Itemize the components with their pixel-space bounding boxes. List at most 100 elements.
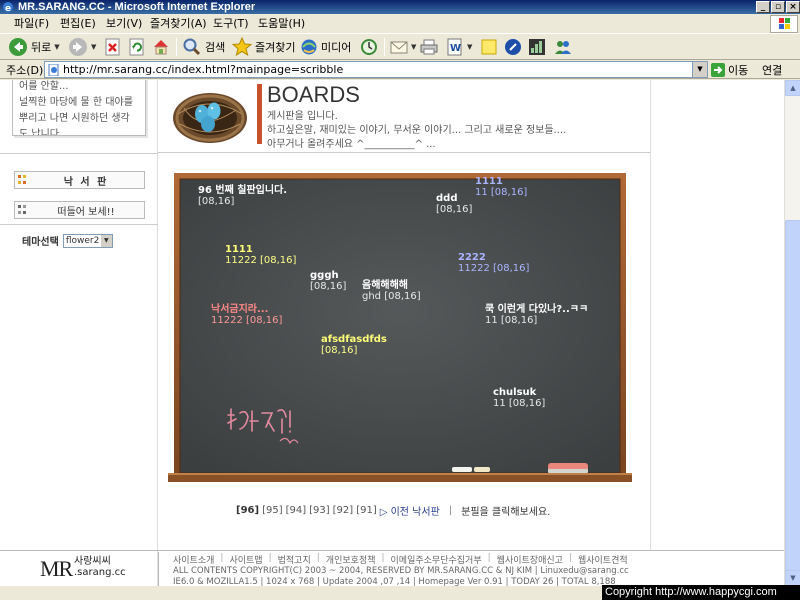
page-link[interactable]: [94] (286, 505, 307, 516)
menu-help[interactable]: 도움말(H) (258, 14, 305, 34)
menu-view[interactable]: 보기(V) (106, 14, 142, 34)
scribble-title: 96 번째 칠판입니다. (198, 185, 288, 196)
menu-dots-icon (18, 175, 28, 185)
footer-logo-sub: 사랑씨씨 .sarang.cc (74, 556, 126, 578)
footer-link[interactable]: 개인보호정책 (326, 553, 376, 566)
window-titlebar[interactable]: e MR.SARANG.CC - Microsoft Internet Expl… (0, 0, 800, 14)
description-line: 하고싶은말, 재미있는 이야기, 무서운 이야기... 그리고 새로운 정보들.… (267, 125, 567, 136)
footer-link[interactable]: 웹사이트장애신고 (497, 553, 563, 566)
minimize-button[interactable]: _ (756, 1, 770, 13)
scribble-sub: 11 [08,16] (475, 187, 528, 198)
divider (0, 224, 158, 225)
stop-button[interactable] (104, 36, 122, 58)
menu-edit[interactable]: 편집(E) (60, 14, 96, 34)
address-input[interactable]: http://mr.sarang.cc/index.html?mainpage=… (44, 61, 708, 78)
scroll-down-icon[interactable]: ▼ (785, 570, 800, 586)
restore-button[interactable]: ▫ (771, 1, 785, 13)
footer-link[interactable]: 웹사이트견적 (578, 553, 628, 566)
footer-link[interactable]: 사이트맵 (229, 553, 262, 566)
scribble-item[interactable]: gggh [08,16] (310, 270, 346, 292)
chalkboard[interactable]: 96 번째 칠판입니다. [08,16] 1111 11 [08,16] ddd… (168, 173, 632, 493)
scribble-title: 쿡 이런게 다있나?..ㅋㅋ (485, 304, 589, 315)
menu-file[interactable]: 파일(F) (14, 14, 49, 34)
print-button[interactable] (420, 36, 438, 58)
edit-dropdown-icon[interactable]: ▼ (467, 43, 472, 51)
scribble-item[interactable]: 낙서금지라... 11222 [08,16] (211, 304, 282, 326)
back-dropdown-icon[interactable]: ▼ (54, 43, 59, 51)
scribble-item[interactable]: chulsuk 11 [08,16] (493, 387, 545, 409)
footer-vertical-divider (158, 552, 159, 586)
word-edit-icon: W (447, 38, 462, 56)
back-label: 뒤로 (31, 41, 52, 54)
scribble-item[interactable]: 2222 11222 [08,16] (458, 252, 529, 274)
mail-dropdown-icon[interactable]: ▼ (411, 43, 416, 51)
chart-icon (529, 39, 545, 55)
favorites-button[interactable]: 즐겨찾기 (232, 36, 295, 58)
bird-nest-icon (173, 93, 247, 143)
window-title: MR.SARANG.CC - Microsoft Internet Explor… (18, 1, 256, 13)
scribble-item[interactable]: 96 번째 칠판입니다. [08,16] (198, 185, 287, 207)
windows-logo-icon (770, 15, 798, 33)
theme-select[interactable]: flower2 ▼ (62, 233, 113, 248)
intro-note-line: 널찍한 마당에 물 한 대야를 (19, 97, 133, 108)
go-button[interactable]: 이동 (711, 61, 748, 78)
intro-note-line: 도 납니다 (19, 129, 59, 136)
page-link[interactable]: [95] (262, 505, 283, 516)
svg-text:e: e (5, 4, 11, 13)
forward-dropdown-icon[interactable]: ▼ (91, 43, 96, 51)
stats-button[interactable] (528, 36, 546, 58)
scribble-item[interactable]: afsdfasdfds [08,16] (321, 334, 387, 356)
forward-arrow-icon (69, 38, 87, 56)
go-arrow-icon (711, 62, 725, 77)
pager-divider: | (448, 505, 453, 516)
scribble-sub: [08,16] (436, 204, 473, 215)
scribble-title: 낙서금지라... (211, 304, 269, 315)
footer-link[interactable]: 이메일주소무단수집거부 (391, 553, 482, 566)
home-button[interactable] (152, 36, 170, 58)
scribble-item[interactable]: 음해해해해 ghd [08,16] (362, 280, 421, 302)
back-button[interactable]: 뒤로 ▼ (8, 36, 60, 58)
discuss-button[interactable] (480, 36, 498, 58)
media-button[interactable]: 미디어 (300, 36, 351, 58)
scribble-board-button[interactable]: 낙 서 판 (14, 171, 145, 189)
menu-tools[interactable]: 도구(T) (213, 14, 249, 34)
site-info-line: IE6.0 & MOZILLA1.5 | 1024 x 768 | Update… (173, 577, 616, 586)
search-button[interactable]: 검색 (182, 36, 225, 58)
mail-button[interactable]: ▼ (390, 36, 416, 58)
page-link[interactable]: [92] (333, 505, 354, 516)
footer-logo-kr: 사랑씨씨 (74, 556, 111, 567)
edit-button[interactable]: W ▼ (446, 36, 472, 58)
vertical-scrollbar[interactable]: ▲ ▼ (784, 80, 800, 586)
board-pager: [96] [95] [94] [93] [92] [91] ▷ 이전 낙서판 |… (236, 503, 550, 518)
scribble-sub: 11 [08,16] (485, 315, 538, 326)
page-link[interactable]: [93] (309, 505, 330, 516)
scribble-item[interactable]: 1111 11 [08,16] (475, 176, 527, 198)
refresh-button[interactable] (128, 36, 146, 58)
search-icon (183, 38, 201, 56)
address-dropdown-icon[interactable]: ▼ (692, 62, 707, 77)
chat-board-button[interactable]: 떠들어 보세!! (14, 201, 145, 219)
page-link[interactable]: [91] (356, 505, 377, 516)
messenger-button[interactable] (504, 36, 522, 58)
menu-favorites[interactable]: 즐겨찾기(A) (150, 14, 207, 34)
users-button[interactable] (554, 36, 572, 58)
scroll-up-icon[interactable]: ▲ (785, 80, 800, 96)
back-arrow-icon (9, 38, 27, 56)
favorites-star-icon (232, 37, 252, 57)
scrollbar-thumb[interactable] (785, 220, 800, 580)
toolbar: 뒤로 ▼ ▼ 검색 즐겨찾기 미디어 ▼ W ▼ (0, 34, 800, 60)
forward-button[interactable]: ▼ (68, 36, 96, 58)
history-button[interactable] (360, 36, 378, 58)
scribble-title: gggh (310, 270, 339, 281)
scribble-item[interactable]: ddd [08,16] (436, 193, 472, 215)
scribble-title: afsdfasdfds (321, 334, 387, 345)
menu-bar: 파일(F) 편집(E) 보기(V) 즐겨찾기(A) 도구(T) 도움말(H) (0, 14, 800, 34)
scribble-sub: 11 [08,16] (493, 398, 546, 409)
footer-link[interactable]: 법적고지 (278, 553, 311, 566)
previous-board-link[interactable]: ▷ 이전 낙서판 (380, 503, 440, 518)
close-button[interactable]: × (786, 1, 800, 13)
scribble-item[interactable]: 1111 11222 [08,16] (225, 244, 296, 266)
links-button[interactable]: 연결 (762, 62, 782, 78)
scribble-item[interactable]: 쿡 이런게 다있나?..ㅋㅋ 11 [08,16] (485, 304, 588, 326)
footer-link[interactable]: 사이트소개 (173, 553, 214, 566)
